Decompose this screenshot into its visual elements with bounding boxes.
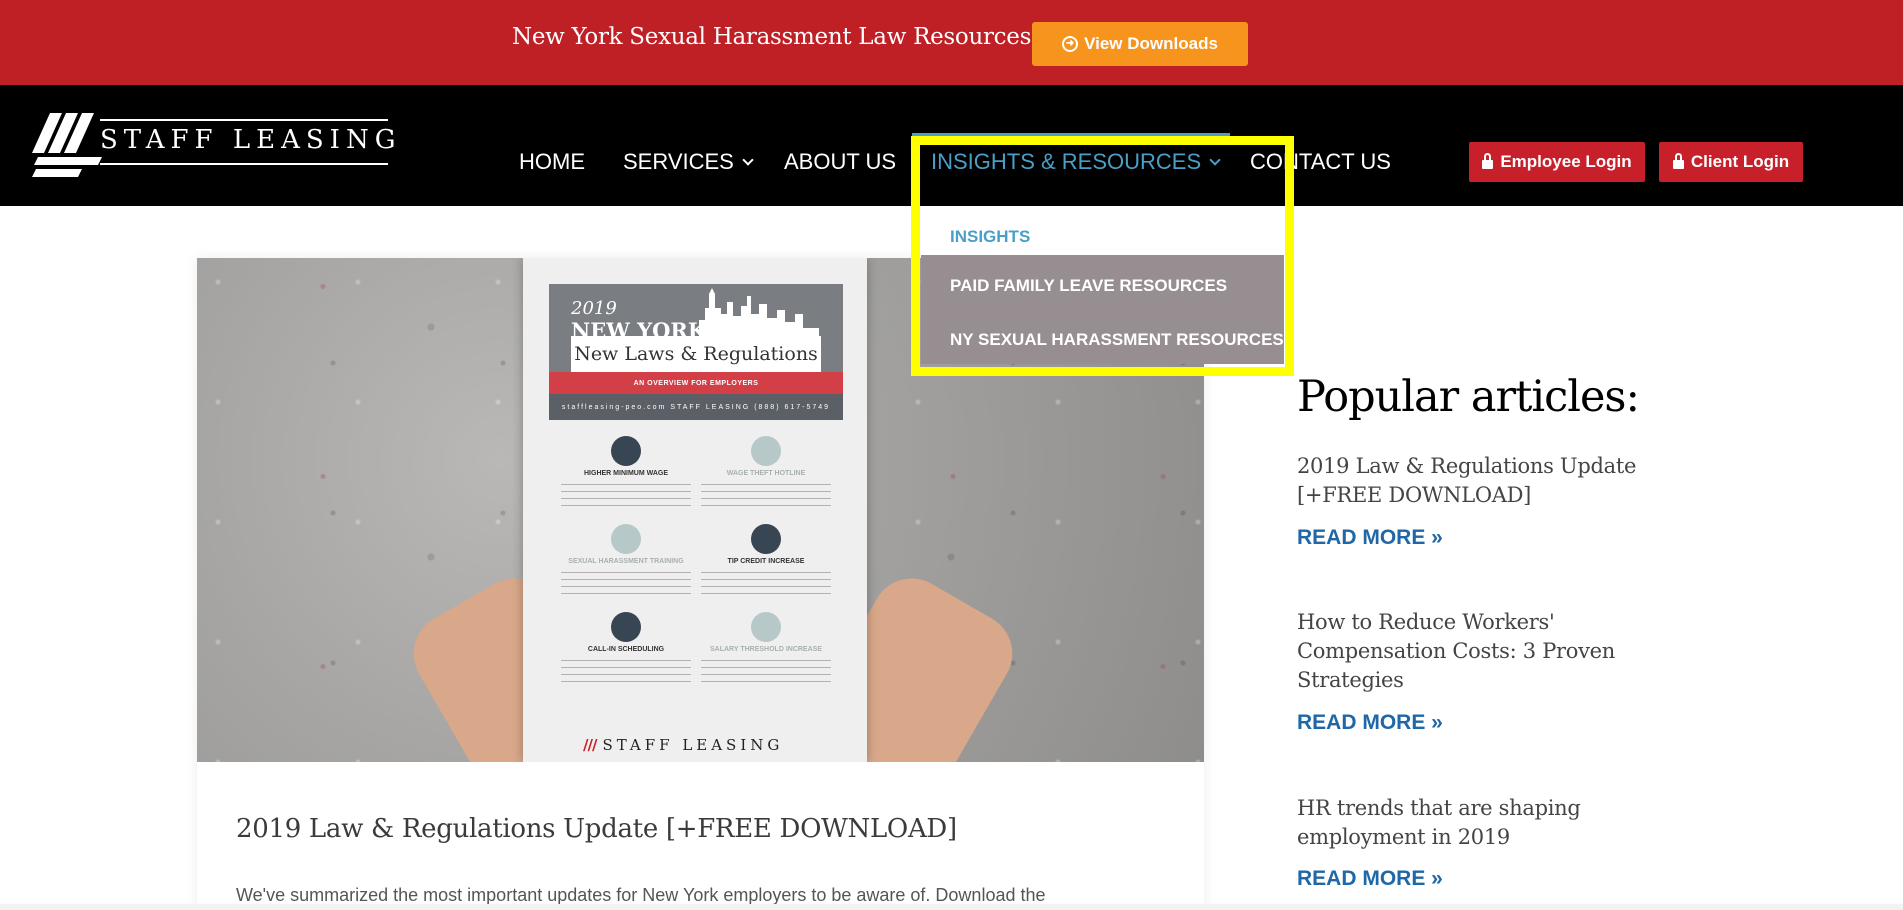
poster-section-text bbox=[701, 484, 831, 510]
arrow-circle-icon: ➜ bbox=[1062, 36, 1079, 52]
employee-login-button[interactable]: Employee Login bbox=[1469, 142, 1645, 182]
nav-home[interactable]: HOME bbox=[519, 149, 585, 175]
nav-services[interactable]: SERVICES bbox=[623, 149, 754, 175]
nav-contact-label: CONTACT US bbox=[1250, 149, 1391, 174]
poster-header: 2019 NEW YORK New Laws & Regulations AN … bbox=[549, 284, 843, 420]
popular-article-title[interactable]: HR trends that are shaping employment in… bbox=[1297, 794, 1657, 852]
poster-footer-logo: /// STAFF LEASING bbox=[583, 736, 783, 754]
article-excerpt: We've summarized the most important upda… bbox=[236, 885, 1046, 905]
poster-footer-logo-text: STAFF LEASING bbox=[602, 736, 784, 754]
nav-about-label: ABOUT US bbox=[784, 149, 897, 174]
poster-section-text bbox=[701, 660, 831, 686]
nav-insights-resources[interactable]: INSIGHTS & RESOURCES bbox=[931, 149, 1221, 175]
view-downloads-button[interactable]: ➜ View Downloads bbox=[1032, 22, 1248, 66]
poster-section-heading: SEXUAL HARASSMENT TRAINING bbox=[568, 558, 684, 565]
staff-leasing-logo[interactable]: STAFF LEASING bbox=[32, 113, 395, 177]
logo-text: STAFF LEASING bbox=[100, 125, 402, 155]
logo-mark-icon: /// bbox=[583, 736, 597, 754]
poster-section-heading: CALL-IN SCHEDULING bbox=[587, 646, 665, 653]
poster-section-text bbox=[561, 572, 691, 598]
client-login-label: Client Login bbox=[1690, 152, 1790, 171]
poster-tagline: AN OVERVIEW FOR EMPLOYERS bbox=[549, 372, 843, 394]
employee-login-label: Employee Login bbox=[1500, 152, 1632, 171]
poster-brand-row: staffleasing-peo.com STAFF LEASING (888)… bbox=[549, 394, 843, 420]
training-icon bbox=[611, 524, 641, 554]
view-downloads-label: View Downloads bbox=[1084, 34, 1218, 53]
nav-about-us[interactable]: ABOUT US bbox=[784, 149, 896, 175]
chevron-down-icon bbox=[1209, 153, 1221, 166]
nav-contact-us[interactable]: CONTACT US bbox=[1250, 149, 1391, 175]
chevron-down-icon bbox=[742, 153, 754, 166]
active-nav-indicator bbox=[912, 133, 1230, 137]
growth-chart-icon bbox=[751, 612, 781, 642]
promo-banner: New York Sexual Harassment Law Resources… bbox=[0, 0, 1903, 85]
nav-insights-label: INSIGHTS & RESOURCES bbox=[931, 149, 1202, 174]
read-more-link[interactable]: READ MORE » bbox=[1297, 711, 1443, 735]
poster-document: 2019 NEW YORK New Laws & Regulations AN … bbox=[523, 258, 867, 762]
dropdown-item-ny-sexual-harassment[interactable]: NY SEXUAL HARASSMENT RESOURCES bbox=[921, 316, 1284, 364]
phone-icon bbox=[751, 436, 781, 466]
popular-articles-heading: Popular articles: bbox=[1297, 372, 1640, 422]
popular-article-title[interactable]: 2019 Law & Regulations Update [+FREE DOW… bbox=[1297, 452, 1657, 510]
article-title[interactable]: 2019 Law & Regulations Update [+FREE DOW… bbox=[236, 814, 957, 844]
client-login-button[interactable]: Client Login bbox=[1659, 142, 1803, 182]
logo-rule-bottom bbox=[100, 163, 388, 165]
poster-section-heading: SALARY THRESHOLD INCREASE bbox=[709, 646, 822, 653]
nav-home-label: HOME bbox=[519, 149, 585, 174]
popular-article-title[interactable]: How to Reduce Workers' Compensation Cost… bbox=[1297, 608, 1657, 695]
poster-year: 2019 bbox=[571, 298, 617, 319]
read-more-link[interactable]: READ MORE » bbox=[1297, 867, 1443, 891]
poster-section-heading: WAGE THEFT HOTLINE bbox=[726, 470, 806, 477]
site-header: STAFF LEASING HOME SERVICES ABOUT US INS… bbox=[0, 85, 1903, 206]
poster-subtitle: New Laws & Regulations bbox=[571, 336, 821, 372]
lock-icon bbox=[1482, 152, 1494, 169]
lock-icon bbox=[1672, 152, 1684, 169]
nav-services-label: SERVICES bbox=[623, 149, 734, 174]
dropdown-item-paid-family-leave[interactable]: PAID FAMILY LEAVE RESOURCES bbox=[921, 255, 1284, 316]
money-hand-icon bbox=[611, 436, 641, 466]
insights-dropdown-menu: INSIGHTS PAID FAMILY LEAVE RESOURCES NY … bbox=[921, 206, 1284, 364]
poster-section-heading: HIGHER MINIMUM WAGE bbox=[584, 470, 668, 477]
logo-rule-top bbox=[100, 119, 388, 121]
read-more-link[interactable]: READ MORE » bbox=[1297, 526, 1443, 550]
poster-section-text bbox=[701, 572, 831, 598]
scrollbar-track bbox=[0, 904, 1903, 910]
poster-section-text bbox=[561, 484, 691, 510]
piggy-bank-icon bbox=[751, 524, 781, 554]
poster-section-text bbox=[561, 660, 691, 686]
calendar-icon bbox=[611, 612, 641, 642]
banner-title: New York Sexual Harassment Law Resources bbox=[512, 24, 1032, 50]
logo-mark-icon bbox=[32, 113, 102, 177]
poster-section-heading: TIP CREDIT INCREASE bbox=[727, 558, 805, 565]
